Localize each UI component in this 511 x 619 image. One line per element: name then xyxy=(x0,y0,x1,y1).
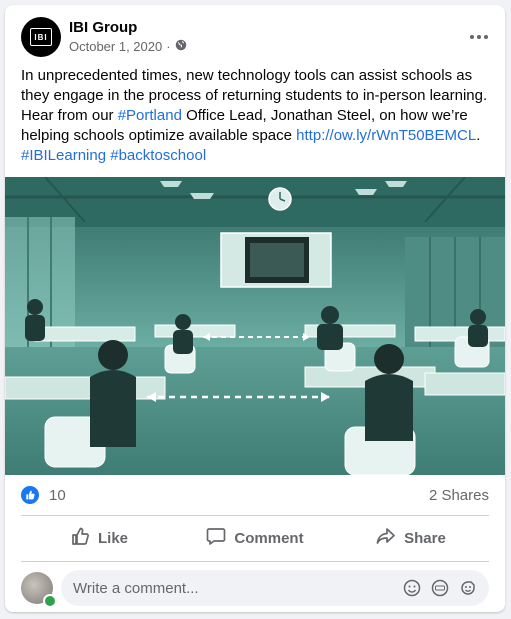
like-button[interactable]: Like xyxy=(21,518,177,558)
sticker-icon[interactable] xyxy=(459,579,477,597)
post-text-period: . xyxy=(476,127,481,144)
thumbs-up-icon xyxy=(70,526,90,550)
like-label: Like xyxy=(97,529,128,547)
more-icon[interactable] xyxy=(465,23,493,51)
post-header: IBI IBI Group October 1, 2020 · xyxy=(21,17,493,59)
like-badge-icon[interactable] xyxy=(21,486,39,504)
logo-text: IBI xyxy=(34,32,48,42)
post-url-link[interactable]: http://ow.ly/rWnT50BEMCL xyxy=(296,127,476,144)
post-card: IBI IBI Group October 1, 2020 · In unpre… xyxy=(5,5,505,612)
divider xyxy=(21,561,489,562)
comment-box xyxy=(61,570,489,606)
share-count[interactable]: 2 Shares xyxy=(429,487,489,504)
comment-input[interactable] xyxy=(61,578,403,598)
comment-icon xyxy=(206,526,226,550)
comment-label: Comment xyxy=(234,529,304,547)
hashtag-ibilearning[interactable]: #IBILearning xyxy=(21,147,106,164)
hashtag-portland[interactable]: #Portland xyxy=(118,107,182,124)
action-bar: Like Comment Share xyxy=(21,518,489,558)
comment-composer xyxy=(21,570,489,608)
comment-button[interactable]: Comment xyxy=(177,518,333,558)
share-icon xyxy=(376,526,396,550)
page-avatar[interactable]: IBI xyxy=(21,17,61,57)
emoji-icon[interactable] xyxy=(403,579,421,597)
share-button[interactable]: Share xyxy=(333,518,489,558)
comment-tools xyxy=(403,579,489,597)
post-image[interactable] xyxy=(5,177,505,475)
page-name[interactable]: IBI Group xyxy=(69,19,137,36)
hashtag-backtoschool[interactable]: #backtoschool xyxy=(110,147,206,164)
post-date[interactable]: October 1, 2020 xyxy=(69,39,162,54)
meta-separator: · xyxy=(166,39,171,54)
gif-icon[interactable] xyxy=(431,579,449,597)
post-meta: October 1, 2020 · xyxy=(69,39,187,54)
post-stats: 10 2 Shares xyxy=(21,485,489,507)
divider xyxy=(21,515,489,516)
globe-icon xyxy=(175,39,187,54)
post-text: In unprecedented times, new technology t… xyxy=(21,66,493,166)
share-label: Share xyxy=(404,529,446,547)
like-count[interactable]: 10 xyxy=(49,487,66,504)
online-status-dot xyxy=(43,594,57,608)
ibi-logo: IBI xyxy=(30,28,52,46)
